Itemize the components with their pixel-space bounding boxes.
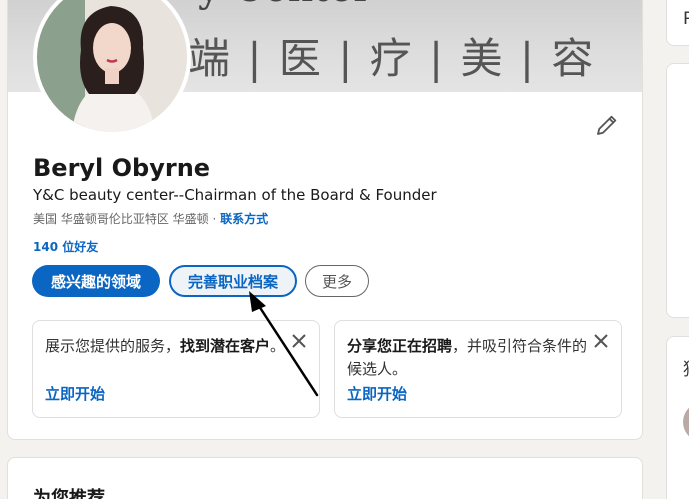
right-rail-card-top: Р	[666, 0, 689, 46]
right-rail-glyph-bottom: 猜	[683, 355, 689, 380]
promo-text: 分享您正在招聘，并吸引符合条件的候选人。	[347, 337, 588, 378]
contact-info-link[interactable]: 联系方式	[220, 212, 268, 226]
recommend-card: 为您推荐	[7, 457, 643, 499]
profile-card: y Center 端 | 医 | 疗 | 美 | 容 Beryl Obyrne …	[7, 0, 643, 440]
promo-card-services: 展示您提供的服务，找到潜在客户。 立即开始	[32, 320, 320, 418]
profile-avatar[interactable]	[33, 0, 191, 136]
profile-headline: Y&C beauty center--Chairman of the Board…	[33, 186, 437, 204]
avatar-photo	[37, 0, 187, 132]
close-icon[interactable]	[291, 333, 307, 349]
profile-location-row: 美国 华盛顿哥伦比亚特区 华盛顿 · 联系方式	[33, 210, 268, 227]
right-rail-card-bottom: 猜	[666, 336, 689, 499]
complete-profile-button[interactable]: 完善职业档案	[169, 265, 297, 297]
edit-pencil-icon[interactable]	[595, 113, 619, 137]
promo-start-link[interactable]: 立即开始	[347, 383, 407, 404]
profile-location: 美国 华盛顿哥伦比亚特区 华盛顿 ·	[33, 212, 221, 226]
right-rail-glyph-top: Р	[683, 9, 689, 29]
more-button[interactable]: 更多	[305, 265, 369, 297]
open-to-button[interactable]: 感兴趣的领域	[32, 265, 160, 297]
profile-name: Beryl Obyrne	[33, 154, 211, 182]
promo-card-hiring: 分享您正在招聘，并吸引符合条件的候选人。 立即开始	[334, 320, 622, 418]
connections-link[interactable]: 140 位好友	[33, 238, 98, 255]
right-rail-card-middle	[666, 63, 689, 318]
close-icon[interactable]	[593, 333, 609, 349]
recommend-title: 为您推荐	[33, 488, 105, 499]
promo-text: 展示您提供的服务，找到潜在客户。	[45, 337, 286, 355]
right-rail-avatar[interactable]	[683, 402, 689, 442]
banner-top-text: y Center	[198, 0, 372, 11]
banner-text: 端 | 医 | 疗 | 美 | 容	[188, 34, 596, 83]
promo-start-link[interactable]: 立即开始	[45, 383, 105, 404]
